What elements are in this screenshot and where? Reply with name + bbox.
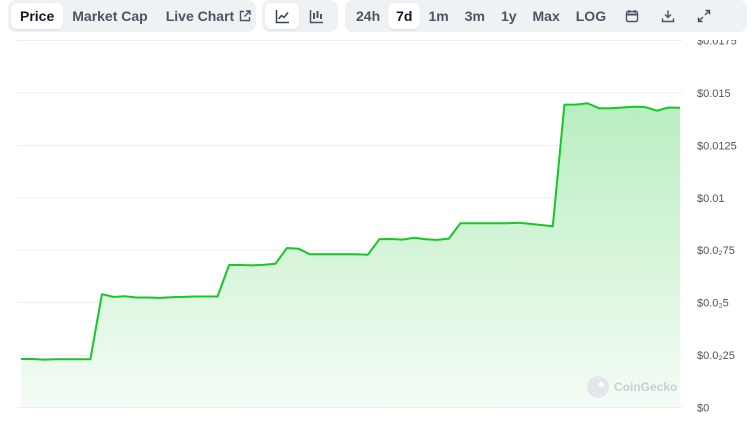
range-1m-label: 1m [428, 8, 449, 24]
y-tick-label: $0.0175 [697, 40, 737, 48]
calendar-button[interactable] [614, 3, 650, 29]
chart-type-tabs: Price Market Cap Live Chart [8, 0, 256, 32]
range-1y[interactable]: 1y [493, 3, 525, 29]
tab-live-chart[interactable]: Live Chart [157, 3, 260, 29]
line-chart-icon [275, 9, 290, 24]
candlestick-chart-button[interactable] [299, 3, 333, 29]
log-scale-toggle[interactable]: LOG [568, 3, 614, 29]
y-tick-label: $0 [697, 403, 709, 415]
range-3m-label: 3m [464, 8, 485, 24]
y-tick-label: $0.0₂25 [697, 350, 735, 362]
range-max[interactable]: Max [525, 3, 568, 29]
y-tick-label: $0.0₂5 [697, 298, 729, 310]
tab-price-label: Price [20, 8, 55, 24]
range-7d-label: 7d [396, 8, 413, 24]
calendar-icon [625, 9, 639, 23]
tab-market-cap-label: Market Cap [72, 8, 148, 24]
y-tick-label: $0.01 [697, 193, 725, 205]
expand-icon [697, 9, 711, 23]
range-24h-label: 24h [356, 8, 381, 24]
watermark-text: CoinGecko [614, 380, 678, 394]
price-chart: $0 $0.0₂25 $0.0₂5 $0.0₂75 $0.01 $0.0125 $0.015… [0, 40, 754, 421]
external-link-icon [239, 10, 251, 22]
tab-market-cap[interactable]: Market Cap [63, 3, 156, 29]
expand-button[interactable] [686, 3, 722, 29]
download-icon [661, 9, 675, 23]
log-scale-label: LOG [575, 8, 607, 24]
line-chart-button[interactable] [265, 3, 299, 29]
range-3m[interactable]: 3m [457, 3, 493, 29]
y-tick-label: $0.0125 [697, 140, 737, 152]
range-7d[interactable]: 7d [388, 3, 421, 29]
tab-live-chart-label: Live Chart [165, 8, 235, 24]
chart-toolbar: Price Market Cap Live Chart 24h 7d 1m 3m… [0, 0, 754, 34]
candlestick-chart-icon [309, 9, 324, 24]
range-24h[interactable]: 24h [348, 3, 388, 29]
price-chart-svg: $0 $0.0₂25 $0.0₂5 $0.0₂75 $0.01 $0.0125 $0.015… [17, 40, 737, 415]
chart-view-toggle [262, 0, 338, 32]
coingecko-watermark: CoinGecko [587, 376, 677, 398]
y-tick-label: $0.015 [697, 88, 731, 100]
tab-price[interactable]: Price [11, 3, 64, 29]
y-axis-labels: $0 $0.0₂25 $0.0₂5 $0.0₂75 $0.01 $0.0125 $0.015… [697, 40, 737, 415]
range-1y-label: 1y [500, 8, 517, 24]
y-tick-label: $0.0₂75 [697, 245, 735, 257]
time-range-tabs: 24h 7d 1m 3m 1y Max LOG [345, 0, 747, 32]
range-1m[interactable]: 1m [420, 3, 456, 29]
range-max-label: Max [532, 8, 560, 24]
coingecko-logo-icon [587, 376, 609, 398]
download-button[interactable] [650, 3, 686, 29]
